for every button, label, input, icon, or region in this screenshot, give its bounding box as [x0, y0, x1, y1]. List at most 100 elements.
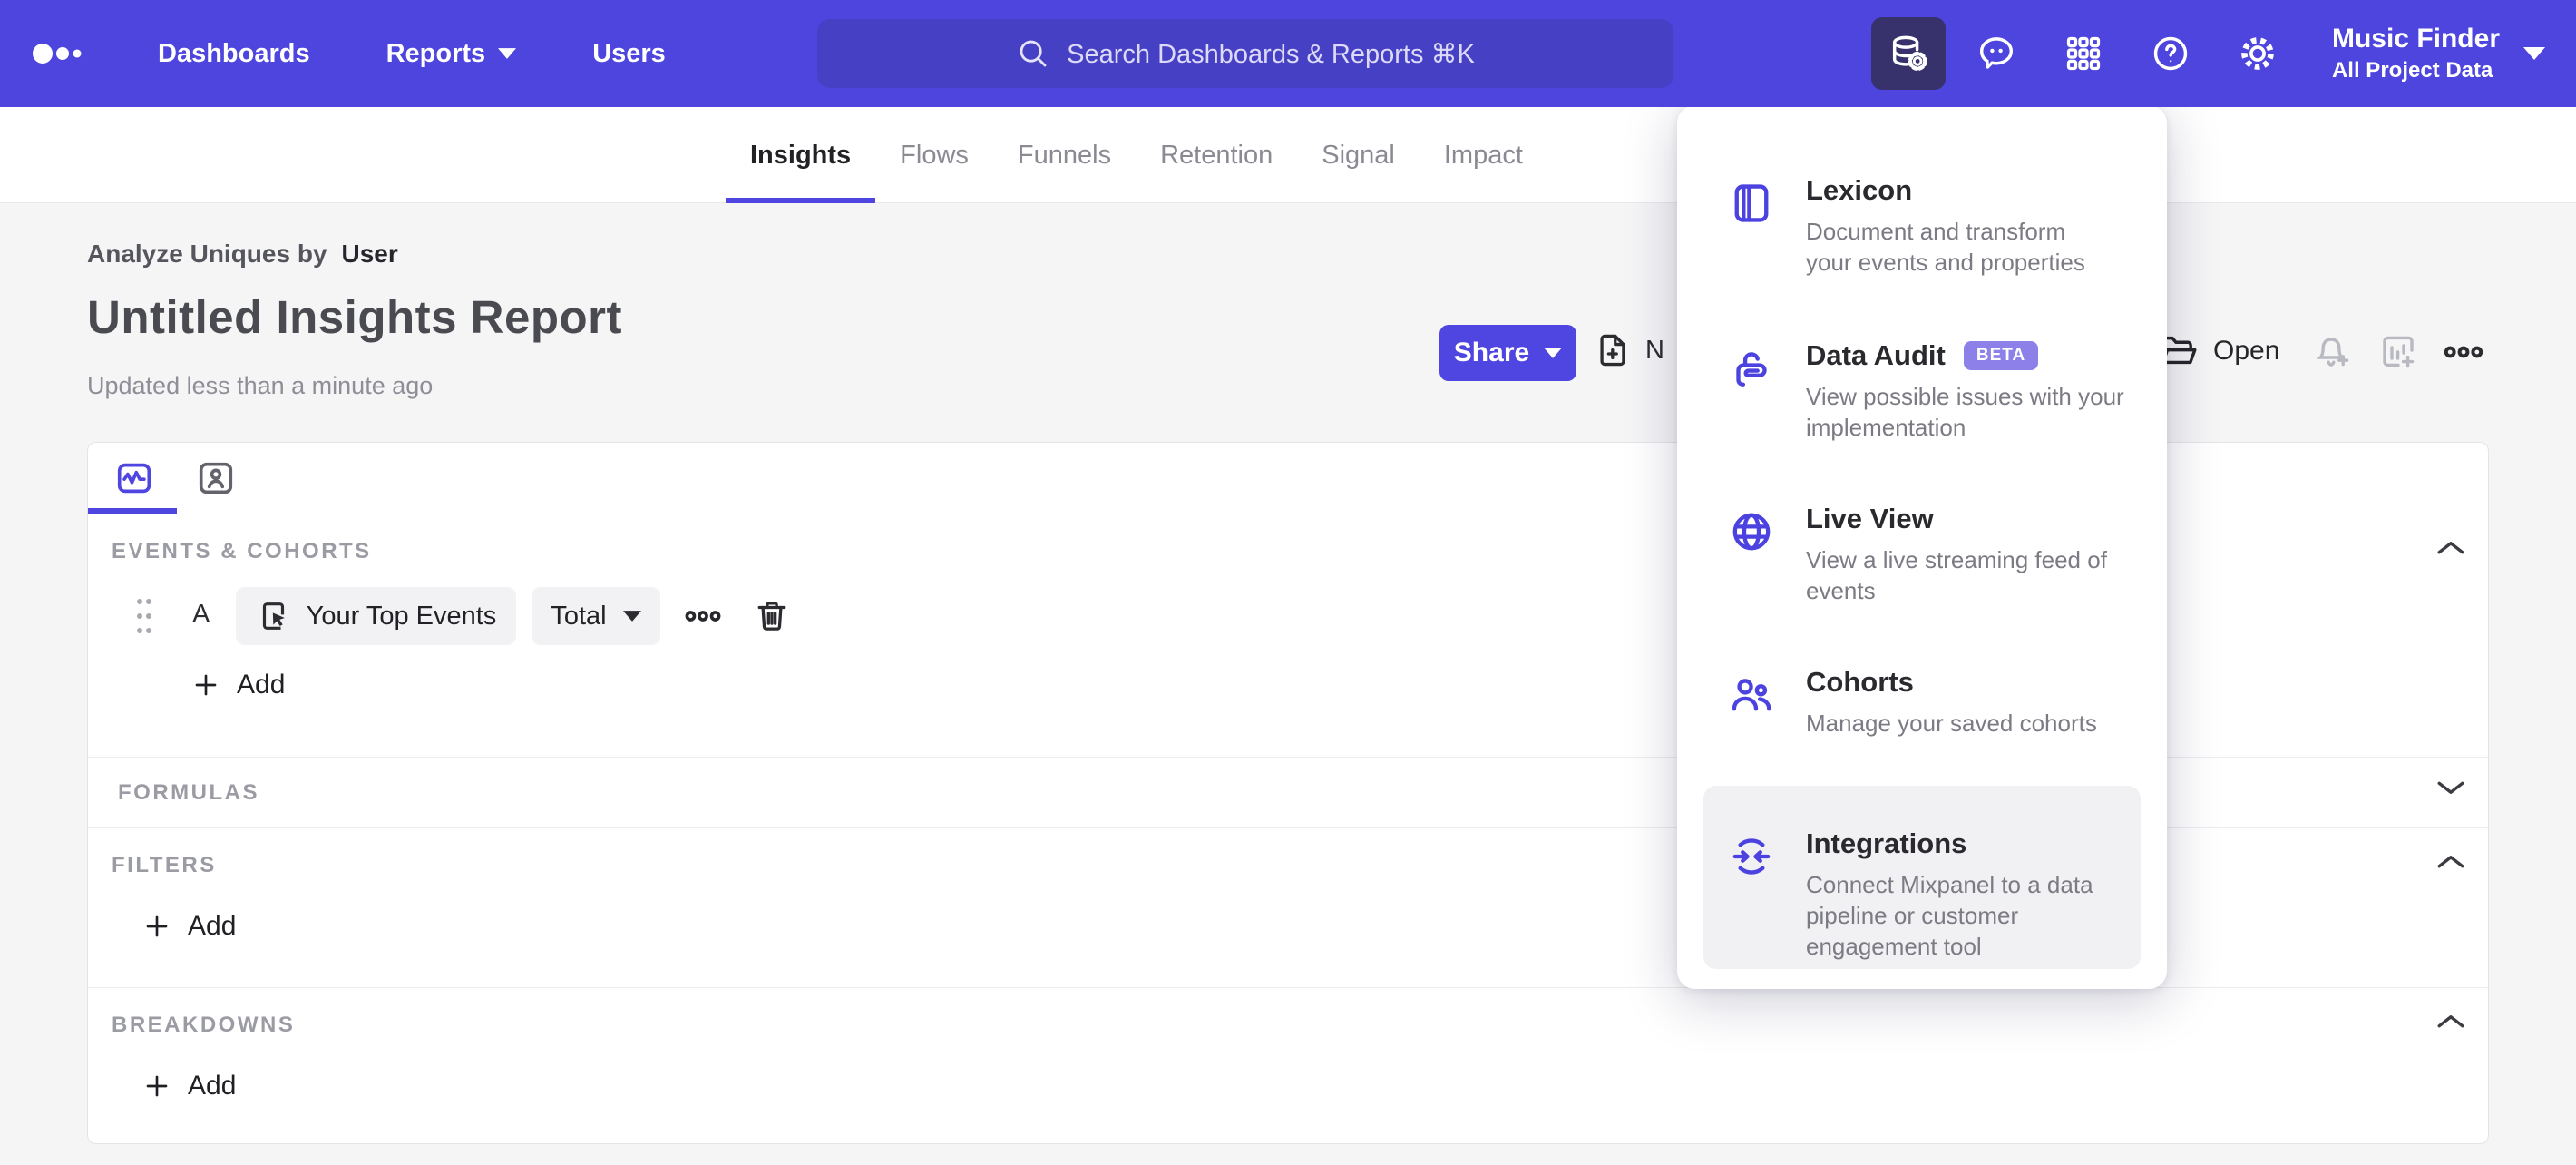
more-horizontal-icon — [2444, 346, 2483, 358]
event-row-letter: A — [192, 600, 210, 629]
create-alert-button[interactable] — [2311, 330, 2355, 374]
lock-audit-icon — [1728, 345, 1775, 392]
chevron-down-icon — [2437, 781, 2464, 794]
event-row-more-button[interactable] — [683, 596, 723, 636]
nav-dashboards-label: Dashboards — [158, 38, 310, 68]
new-report-label: N — [1645, 335, 1664, 365]
chevron-up-icon — [2437, 1015, 2464, 1028]
search-input[interactable]: Search Dashboards & Reports ⌘K — [817, 19, 1673, 88]
event-cursor-icon — [262, 602, 285, 630]
breakdowns-collapse-button[interactable] — [2435, 1011, 2466, 1031]
report-tabs: Insights Flows Funnels Retention Signal … — [726, 107, 1547, 203]
nav-reports[interactable]: Reports — [359, 0, 544, 107]
report-title[interactable]: Untitled Insights Report — [87, 290, 622, 344]
nav-reports-label: Reports — [385, 38, 486, 68]
formulas-expand-button[interactable] — [2435, 778, 2466, 798]
app-root: Dashboards Reports Users Search Dashboar… — [0, 0, 2576, 1165]
events-collapse-button[interactable] — [2435, 537, 2466, 557]
chart-plus-icon — [2383, 336, 2415, 368]
insights-page: Analyze Uniques by User Untitled Insight… — [0, 203, 2576, 1165]
document-plus-icon — [1600, 334, 1625, 367]
more-horizontal-icon — [685, 611, 721, 622]
new-report-button[interactable]: N — [1593, 330, 1664, 370]
plus-icon — [146, 915, 168, 937]
tab-retention[interactable]: Retention — [1136, 107, 1297, 203]
integrations-sync-icon — [1728, 833, 1775, 880]
project-switcher[interactable]: Music Finder All Project Data — [2332, 24, 2545, 83]
globe-icon — [1728, 508, 1775, 555]
chevron-up-icon — [2437, 542, 2464, 554]
menu-item-lexicon[interactable]: Lexicon Document and transform your even… — [1728, 174, 2127, 278]
chevron-up-icon — [2437, 856, 2464, 868]
menu-item-cohorts[interactable]: Cohorts Manage your saved cohorts — [1728, 666, 2127, 739]
tab-signal[interactable]: Signal — [1297, 107, 1420, 203]
apps-grid-button[interactable] — [2040, 0, 2127, 107]
database-gear-icon — [1892, 35, 1927, 71]
nav-users-label: Users — [592, 38, 666, 68]
top-nav: Dashboards Reports Users — [131, 0, 693, 107]
help-icon — [2153, 36, 2188, 71]
gear-icon — [2241, 37, 2274, 70]
mixpanel-logo-icon[interactable] — [33, 0, 102, 107]
metric-selector-label: Total — [551, 601, 607, 631]
bell-plus-icon — [2317, 338, 2349, 367]
drag-handle-icon[interactable] — [135, 594, 153, 640]
cohorts-people-icon — [1728, 671, 1775, 719]
report-type-nav: Insights Flows Funnels Retention Signal … — [0, 107, 2576, 203]
tab-flows[interactable]: Flows — [875, 107, 993, 203]
filters-section-label: FILTERS — [112, 853, 217, 877]
lexicon-book-icon — [1728, 180, 1775, 227]
nav-dashboards[interactable]: Dashboards — [131, 0, 337, 107]
settings-button[interactable] — [2214, 0, 2301, 107]
tab-funnels[interactable]: Funnels — [993, 107, 1136, 203]
menu-item-data-audit[interactable]: Data Audit BETA View possible issues wit… — [1728, 339, 2127, 443]
add-filter-button[interactable]: Add — [142, 911, 236, 942]
user-card-icon — [199, 462, 233, 494]
open-report-label: Open — [2213, 336, 2280, 366]
tab-insights[interactable]: Insights — [726, 107, 876, 203]
menu-item-live-view[interactable]: Live View View a live streaming feed of … — [1728, 503, 2127, 606]
report-updated-timestamp: Updated less than a minute ago — [87, 372, 434, 399]
topbar-tools: Music Finder All Project Data — [1870, 0, 2576, 107]
caret-down-icon — [622, 611, 641, 622]
project-scope: All Project Data — [2331, 58, 2493, 83]
analyze-entity-dropdown[interactable]: User — [342, 240, 398, 269]
events-section-label: EVENTS & COHORTS — [112, 539, 372, 563]
add-breakdown-button[interactable]: Add — [142, 1071, 236, 1101]
feedback-bubble-icon — [1979, 37, 2013, 69]
analyze-row: Analyze Uniques by User — [87, 240, 398, 269]
beta-badge: BETA — [1963, 341, 2039, 370]
feedback-button[interactable] — [1953, 0, 2040, 107]
add-event-button[interactable]: Add — [191, 670, 285, 700]
metric-selector[interactable]: Total — [532, 587, 660, 645]
data-management-button[interactable] — [1870, 17, 1946, 90]
event-row-delete-button[interactable] — [752, 594, 792, 638]
menu-item-integrations[interactable]: Integrations Connect Mixpanel to a data … — [1728, 827, 2127, 962]
project-name: Music Finder — [2331, 24, 2500, 54]
event-selector[interactable]: Your Top Events — [236, 587, 516, 645]
share-button[interactable]: Share — [1439, 325, 1576, 381]
analyze-label: Analyze Uniques by — [87, 240, 327, 268]
tab-users-view[interactable] — [193, 455, 239, 501]
filters-collapse-button[interactable] — [2435, 851, 2466, 871]
help-button[interactable] — [2127, 0, 2214, 107]
caret-down-icon — [2523, 47, 2545, 60]
search-placeholder: Search Dashboards & Reports ⌘K — [1067, 39, 1475, 69]
search-icon — [1016, 36, 1050, 71]
plus-icon — [195, 674, 217, 696]
tab-metrics-view[interactable] — [112, 455, 157, 501]
breakdowns-section-label: BREAKDOWNS — [112, 1013, 296, 1037]
caret-down-icon — [498, 48, 517, 59]
add-to-dashboard-button[interactable] — [2376, 330, 2420, 374]
data-management-menu: Lexicon Document and transform your even… — [1677, 105, 2167, 989]
nav-users[interactable]: Users — [565, 0, 693, 107]
more-actions-button[interactable] — [2442, 330, 2485, 374]
formulas-section-label: FORMULAS — [118, 780, 259, 805]
tab-impact[interactable]: Impact — [1420, 107, 1547, 203]
trash-icon — [757, 602, 786, 631]
event-selector-label: Your Top Events — [306, 601, 497, 631]
top-bar: Dashboards Reports Users Search Dashboar… — [0, 0, 2576, 107]
open-report-button[interactable]: Open — [2157, 330, 2279, 372]
grid-icon — [2066, 36, 2101, 71]
pulse-chart-icon — [117, 463, 151, 494]
